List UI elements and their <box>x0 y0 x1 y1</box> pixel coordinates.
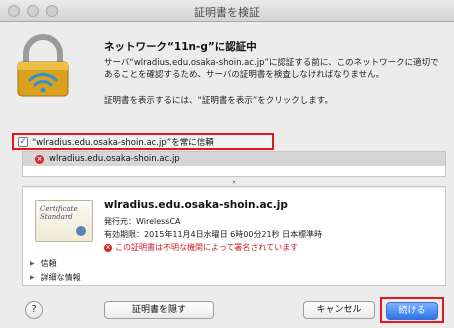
always-trust-label: “wlradius.edu.osaka-shoin.ac.jp”を常に信頼 <box>32 137 214 148</box>
certificate-expiry: 有効期限：2015年11月4日水曜日 6時00分21秒 日本標準時 <box>104 230 323 239</box>
hide-certificate-button[interactable]: 証明書を隠す <box>104 301 214 319</box>
error-icon: × <box>104 243 112 252</box>
cancel-button[interactable]: キャンセル <box>303 301 375 319</box>
certificate-tree-label: wlradius.edu.osaka-shoin.ac.jp <box>49 154 180 164</box>
title-bar: 証明書を検証 <box>0 0 454 22</box>
dialog-message: サーバ“wlradius.edu.osaka-shoin.ac.jp”に認証する… <box>104 58 439 80</box>
continue-button-highlight: 続ける <box>380 297 444 323</box>
certificate-common-name: wlradius.edu.osaka-shoin.ac.jp <box>104 199 288 211</box>
lock-icon <box>17 34 69 97</box>
details-disclosure-label: 詳細な情報 <box>40 273 81 282</box>
always-trust-checkbox[interactable]: ✓ <box>18 136 28 147</box>
disclosure-triangle-icon: ▶ <box>30 260 35 267</box>
trust-disclosure-label: 信頼 <box>40 259 57 268</box>
certificate-icon: Certificate Standard <box>35 200 93 242</box>
continue-button[interactable]: 続ける <box>386 302 438 320</box>
dialog-heading: ネットワーク“11n-g”に認証中 <box>104 41 257 53</box>
disclosure-triangle-icon: ▶ <box>30 274 35 281</box>
error-icon: × <box>35 154 44 164</box>
certificate-issuer: 発行元：WirelessCA <box>104 217 181 226</box>
window-title: 証明書を検証 <box>194 6 260 19</box>
always-trust-option[interactable]: ✓ “wlradius.edu.osaka-shoin.ac.jp”を常に信頼 <box>12 133 274 150</box>
pane-splitter[interactable]: ▾ <box>22 180 446 187</box>
certificate-dialog: 証明書を検証 ネットワーク“11n-g”に認証中 サーバ“wlradius.ed… <box>0 0 454 328</box>
certificate-warning: × この証明書は不明な機関によって署名されています <box>104 242 298 253</box>
trust-disclosure[interactable]: ▶ 信頼 <box>30 258 57 269</box>
certificate-tree: × wlradius.edu.osaka-shoin.ac.jp <box>22 151 446 177</box>
certificate-seal <box>76 226 86 236</box>
certificate-warning-text: この証明書は不明な機関によって署名されています <box>115 243 299 252</box>
certificate-tree-row[interactable]: × wlradius.edu.osaka-shoin.ac.jp <box>23 152 445 166</box>
help-button[interactable]: ? <box>25 301 43 319</box>
details-disclosure[interactable]: ▶ 詳細な情報 <box>30 272 81 283</box>
dialog-instruction: 証明書を表示するには、“証明書を表示”をクリックします。 <box>104 96 333 106</box>
certificate-image-text: Certificate Standard <box>40 205 78 221</box>
